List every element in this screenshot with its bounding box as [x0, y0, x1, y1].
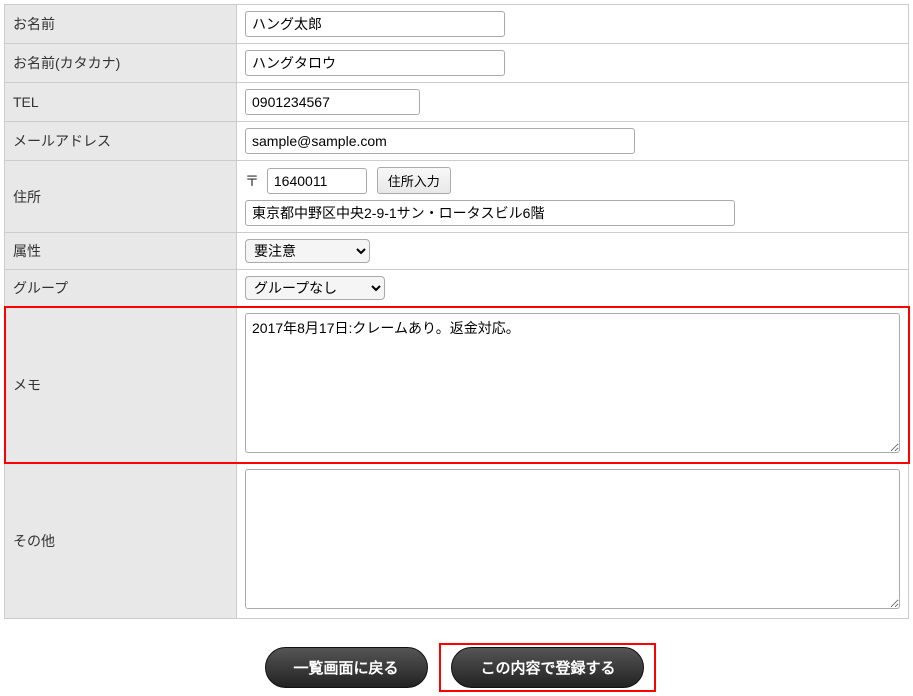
address-input[interactable] [245, 200, 735, 226]
name-input[interactable] [245, 11, 505, 37]
attribute-label: 属性 [5, 233, 237, 270]
tel-input[interactable] [245, 89, 420, 115]
email-cell [237, 122, 909, 161]
other-cell [237, 463, 909, 619]
back-button[interactable]: 一覧画面に戻る [265, 647, 428, 688]
name-cell [237, 5, 909, 44]
other-label: その他 [5, 463, 237, 619]
customer-form-table: お名前 お名前(カタカナ) TEL メールアドレス 住所 〒 住所入力 [4, 4, 909, 619]
address-cell: 〒 住所入力 [237, 161, 909, 233]
kana-label: お名前(カタカナ) [5, 44, 237, 83]
memo-label: メモ [5, 307, 237, 463]
tel-label: TEL [5, 83, 237, 122]
memo-cell [237, 307, 909, 463]
submit-highlight-wrap: この内容で登録する [439, 643, 656, 692]
group-label: グループ [5, 270, 237, 307]
group-select[interactable]: グループなし [245, 276, 385, 300]
name-label: お名前 [5, 5, 237, 44]
email-label: メールアドレス [5, 122, 237, 161]
form-buttons-row: 一覧画面に戻る この内容で登録する [4, 643, 909, 692]
attribute-select[interactable]: 要注意 [245, 239, 370, 263]
memo-textarea[interactable] [245, 313, 900, 453]
tel-cell [237, 83, 909, 122]
postal-input[interactable] [267, 168, 367, 194]
address-lookup-button[interactable]: 住所入力 [377, 167, 451, 194]
kana-cell [237, 44, 909, 83]
address-label: 住所 [5, 161, 237, 233]
memo-row-highlighted: メモ [5, 307, 909, 463]
other-textarea[interactable] [245, 469, 900, 609]
submit-button[interactable]: この内容で登録する [451, 647, 644, 688]
attribute-cell: 要注意 [237, 233, 909, 270]
postal-symbol: 〒 [245, 173, 259, 189]
group-cell: グループなし [237, 270, 909, 307]
kana-input[interactable] [245, 50, 505, 76]
email-input[interactable] [245, 128, 635, 154]
